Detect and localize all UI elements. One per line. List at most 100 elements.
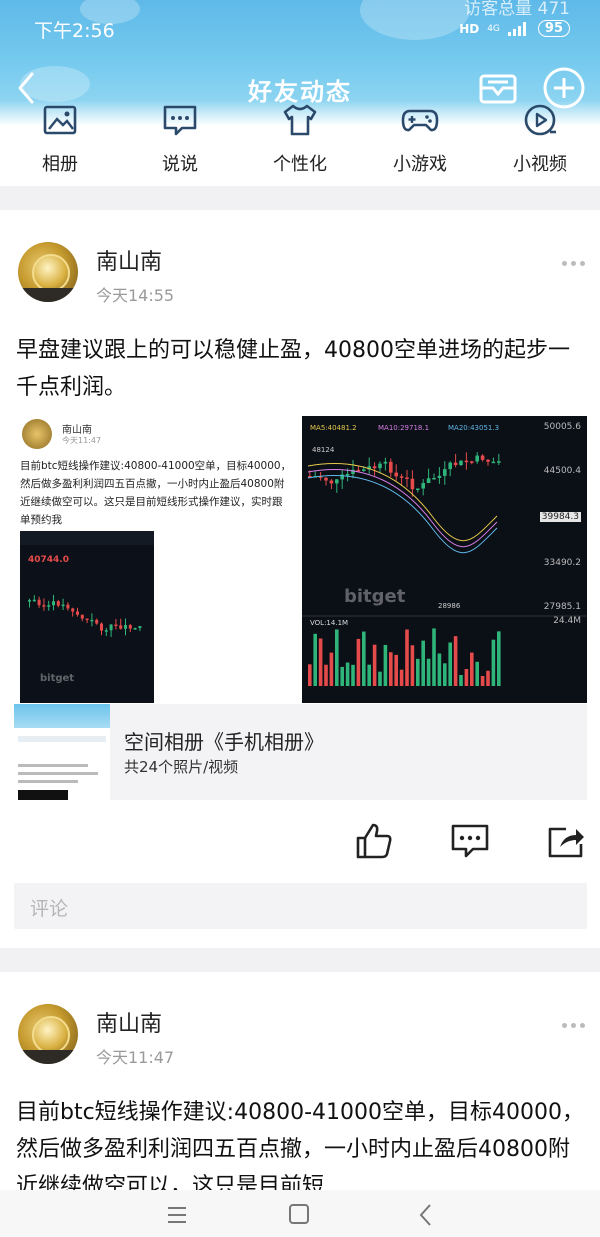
avatar-coin bbox=[32, 1016, 70, 1054]
volume-label: VOL:14.1M bbox=[310, 619, 349, 627]
bitget-watermark: bitget bbox=[40, 673, 75, 684]
volume-bar bbox=[340, 666, 344, 686]
candle-body bbox=[470, 461, 474, 463]
volume-bar bbox=[394, 654, 398, 686]
back-nav-button[interactable] bbox=[408, 1200, 448, 1230]
album-link[interactable]: 空间相册《手机相册》 共24个照片/视频 bbox=[14, 704, 587, 800]
share-button[interactable] bbox=[546, 821, 586, 861]
avatar-coin bbox=[32, 254, 70, 292]
post-author[interactable]: 南山南 bbox=[96, 1006, 162, 1038]
thumbs-up-icon bbox=[356, 823, 392, 859]
more-options-button[interactable] bbox=[562, 1020, 590, 1030]
volume-bar bbox=[480, 675, 485, 686]
tshirt-icon bbox=[283, 104, 317, 136]
candle-body bbox=[104, 630, 108, 632]
low-label: 28986 bbox=[438, 602, 461, 610]
volume-bar bbox=[335, 629, 339, 686]
volume-bar bbox=[329, 652, 334, 686]
thumb-row bbox=[18, 772, 98, 775]
post-image[interactable]: 南山南 今天11:47 目前btc短线操作建议:40800-41000空单，目标… bbox=[14, 413, 296, 703]
candle-body bbox=[410, 478, 415, 490]
candle-body bbox=[453, 462, 458, 466]
volume-bar bbox=[410, 645, 415, 686]
mini-time: 今天11:47 bbox=[62, 436, 102, 445]
more-options-button[interactable] bbox=[562, 258, 590, 268]
like-button[interactable] bbox=[354, 821, 394, 861]
quick-menu-personalize[interactable]: 个性化 bbox=[250, 100, 350, 176]
volume-bar bbox=[356, 638, 361, 686]
candle-body bbox=[80, 614, 84, 619]
more-dot bbox=[562, 1022, 567, 1028]
candle-body bbox=[389, 461, 393, 473]
thumb-chart bbox=[18, 790, 68, 800]
home-button[interactable] bbox=[280, 1200, 320, 1230]
quick-menu-short-video[interactable]: 小视频 bbox=[490, 100, 590, 176]
thumb-row bbox=[18, 736, 106, 742]
candle-body bbox=[109, 624, 113, 631]
thumb-header bbox=[14, 704, 110, 728]
volume-bar bbox=[470, 652, 474, 686]
candle-body bbox=[448, 462, 452, 470]
quick-menu-games[interactable]: 小游戏 bbox=[370, 100, 470, 176]
menu-button[interactable] bbox=[158, 1200, 198, 1230]
post-time: 今天11:47 bbox=[96, 1048, 175, 1067]
candle-body bbox=[124, 625, 127, 629]
avatar[interactable] bbox=[18, 242, 78, 302]
candle-body bbox=[426, 478, 431, 484]
signal-icon bbox=[507, 21, 526, 36]
candle-body bbox=[324, 477, 328, 481]
volume-bar bbox=[372, 644, 377, 686]
candle-body bbox=[128, 625, 132, 629]
candle-body bbox=[71, 608, 75, 612]
candle-body bbox=[37, 599, 41, 606]
more-dot bbox=[571, 1022, 576, 1028]
mini-author: 南山南 bbox=[62, 425, 92, 436]
comment-icon bbox=[451, 824, 489, 858]
candle-body bbox=[416, 488, 420, 491]
gamepad-icon bbox=[401, 109, 439, 132]
square-icon bbox=[289, 1204, 309, 1224]
candle-body bbox=[329, 480, 334, 484]
avatar-stripe bbox=[18, 288, 78, 302]
chevron-left-icon bbox=[419, 1204, 431, 1226]
candle-body bbox=[399, 476, 404, 478]
bitget-watermark: bitget bbox=[344, 586, 406, 607]
quick-menu-shuoshuo[interactable]: 说说 bbox=[130, 100, 230, 176]
battery-indicator: 95 bbox=[537, 20, 570, 37]
candle-body bbox=[90, 619, 94, 622]
status-indicators: HD 4G 95 bbox=[459, 20, 570, 37]
candle-body bbox=[497, 461, 501, 463]
avatar[interactable] bbox=[18, 1004, 78, 1064]
thumb-row bbox=[18, 764, 88, 767]
candle-body bbox=[61, 604, 65, 607]
quick-menu-album[interactable]: 相册 bbox=[10, 100, 110, 176]
photo-album-icon bbox=[43, 105, 77, 135]
quick-menu-label: 个性化 bbox=[273, 154, 327, 175]
menu-icon bbox=[168, 1207, 186, 1223]
candle-body bbox=[119, 625, 123, 629]
candle-body bbox=[475, 455, 479, 462]
post-author[interactable]: 南山南 bbox=[96, 244, 162, 276]
candle-body bbox=[459, 460, 463, 466]
axis-label: 27985.1 bbox=[543, 602, 581, 612]
comment-input[interactable]: 评论 bbox=[14, 883, 587, 929]
share-icon bbox=[548, 827, 584, 858]
volume-bar bbox=[405, 629, 409, 686]
volume-bar bbox=[459, 674, 463, 686]
volume-bar bbox=[426, 658, 431, 686]
volume-bar bbox=[324, 664, 328, 686]
more-dot bbox=[580, 260, 585, 266]
volume-bar bbox=[437, 653, 442, 686]
post-image-chart[interactable]: MA5:40481.2 MA10:29718.1 MA20:43051.3 50… bbox=[302, 416, 587, 703]
candle-body bbox=[42, 605, 46, 607]
candle-body bbox=[47, 605, 51, 607]
thumb-row bbox=[18, 780, 78, 783]
axis-label: 24.4M bbox=[553, 616, 581, 626]
post-text: 早盘建议跟上的可以稳健止盈，40800空单进场的起步一千点利润。 bbox=[16, 338, 570, 400]
candle-body bbox=[464, 460, 469, 463]
comment-button[interactable] bbox=[450, 821, 490, 861]
candle-body bbox=[52, 601, 55, 606]
candle-body bbox=[443, 469, 447, 476]
quick-menu-label: 小视频 bbox=[513, 154, 567, 175]
volume-bar bbox=[351, 664, 355, 686]
